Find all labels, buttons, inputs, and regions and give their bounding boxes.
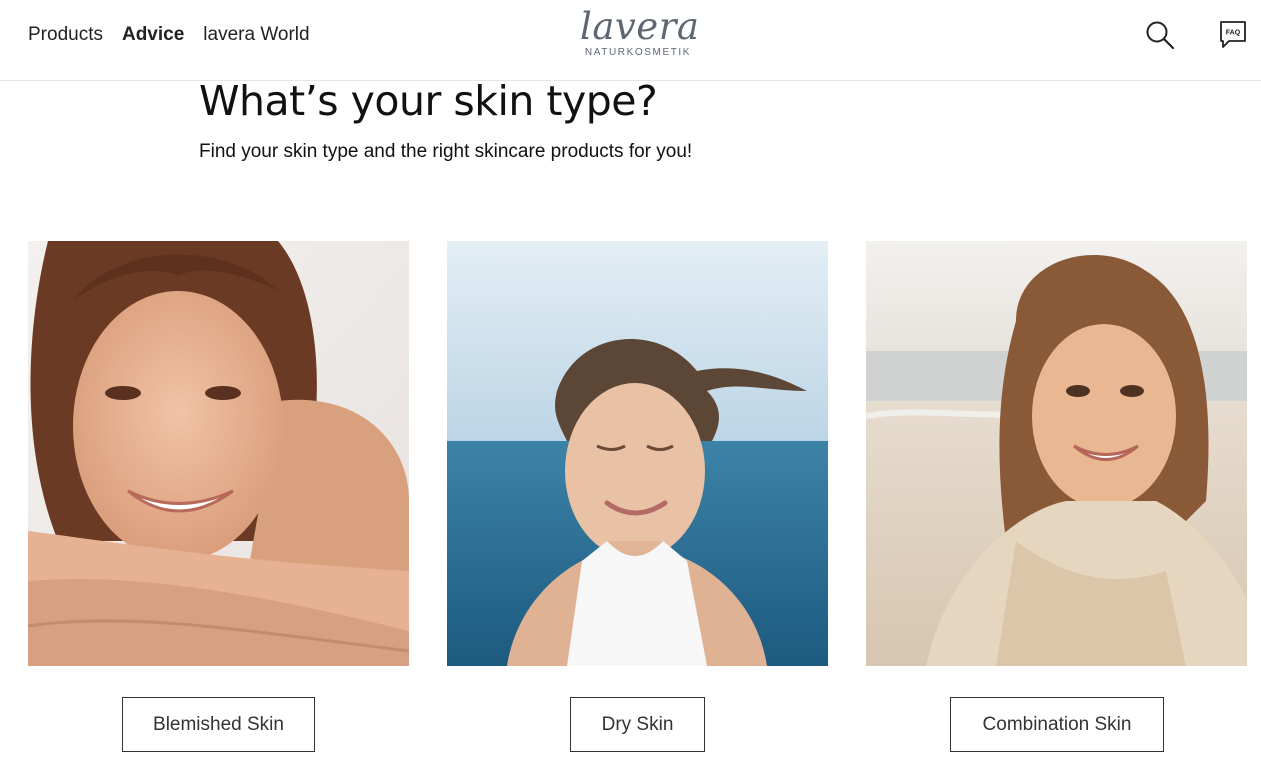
page-subtitle: Find your skin type and the right skinca… [199, 141, 693, 162]
page-title: What’s your skin type? [199, 77, 658, 125]
main-nav: Products Advice lavera World [28, 22, 310, 48]
search-icon [1146, 21, 1175, 50]
faq-icon-label: FAQ [1226, 30, 1241, 37]
dry-skin-image[interactable] [447, 241, 828, 666]
faq-button[interactable]: FAQ [1216, 18, 1250, 52]
nav-item-lavera-world[interactable]: lavera World [203, 22, 309, 48]
dry-skin-button[interactable]: Dry Skin [570, 697, 705, 752]
search-button[interactable] [1143, 18, 1177, 52]
logo-subtitle: NATURKOSMETIK [584, 47, 692, 58]
combination-skin-image[interactable] [866, 241, 1247, 666]
logo-wordmark: lavera [580, 5, 700, 48]
blemished-skin-image[interactable] [28, 241, 409, 666]
nav-item-advice[interactable]: Advice [122, 22, 184, 48]
combination-skin-button[interactable]: Combination Skin [950, 697, 1164, 752]
blemished-skin-button[interactable]: Blemished Skin [122, 697, 315, 752]
site-header: Products Advice lavera World lavera NATU… [0, 0, 1261, 81]
lavera-logo[interactable]: lavera NATURKOSMETIK [580, 5, 700, 66]
nav-item-products[interactable]: Products [28, 22, 103, 48]
faq-icon: FAQ [1220, 21, 1246, 48]
